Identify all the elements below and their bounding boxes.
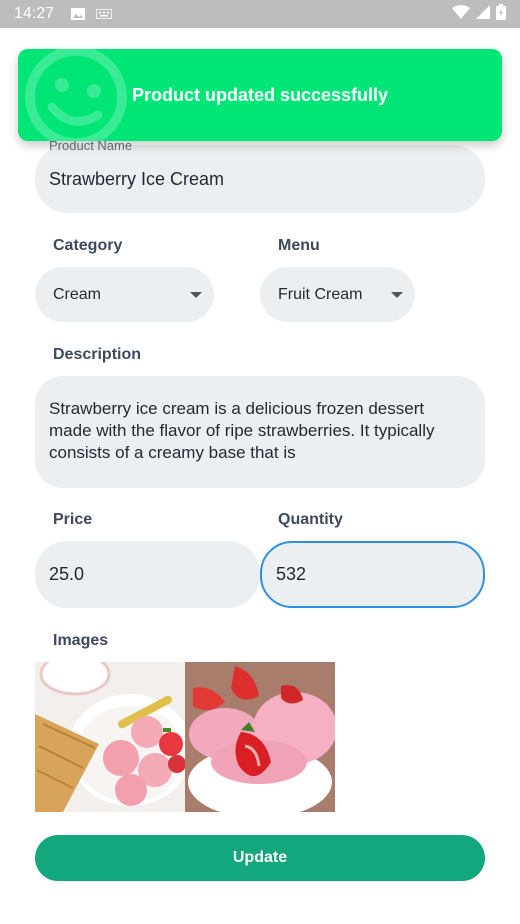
product-name-field[interactable]: Strawberry Ice Cream <box>35 145 485 213</box>
description-label: Description <box>53 346 142 363</box>
signal-icon <box>476 4 490 24</box>
battery-icon <box>496 3 506 25</box>
menu-label: Menu <box>278 237 320 254</box>
price-label: Price <box>53 511 93 528</box>
edit-product-screen: Product updated successfully Strawberry … <box>0 28 520 924</box>
gallery-icon <box>70 7 86 21</box>
category-value: Cream <box>53 285 102 303</box>
price-value: 25.0 <box>49 564 85 584</box>
product-image-2[interactable] <box>185 662 335 812</box>
update-button[interactable]: Update <box>35 835 485 881</box>
category-label: Category <box>53 237 123 254</box>
images-label: Images <box>53 632 109 649</box>
product-name-value: Strawberry Ice Cream <box>49 168 225 189</box>
quantity-label: Quantity <box>278 511 343 528</box>
keyboard-icon <box>96 7 113 21</box>
chevron-down-icon <box>190 291 202 298</box>
toast-message: Product updated successfully <box>131 84 389 105</box>
description-field[interactable]: Strawberry ice cream is a delicious froz… <box>35 376 485 488</box>
status-time: 14:27 <box>14 5 55 22</box>
chevron-down-icon <box>391 291 403 298</box>
quantity-value: 532 <box>276 564 307 584</box>
smiley-icon <box>25 49 127 141</box>
wifi-icon <box>452 4 470 24</box>
menu-value: Fruit Cream <box>278 285 363 303</box>
update-button-label: Update <box>232 849 288 866</box>
description-value: Strawberry ice cream is a delicious froz… <box>49 399 435 462</box>
menu-dropdown[interactable]: Fruit Cream <box>260 267 415 322</box>
price-field[interactable]: 25.0 <box>35 541 260 608</box>
quantity-field[interactable]: 532 <box>260 541 485 608</box>
success-toast[interactable]: Product updated successfully <box>18 49 502 141</box>
category-dropdown[interactable]: Cream <box>35 267 214 322</box>
product-image-1[interactable] <box>35 662 185 812</box>
status-bar: 14:27 <box>0 0 520 28</box>
